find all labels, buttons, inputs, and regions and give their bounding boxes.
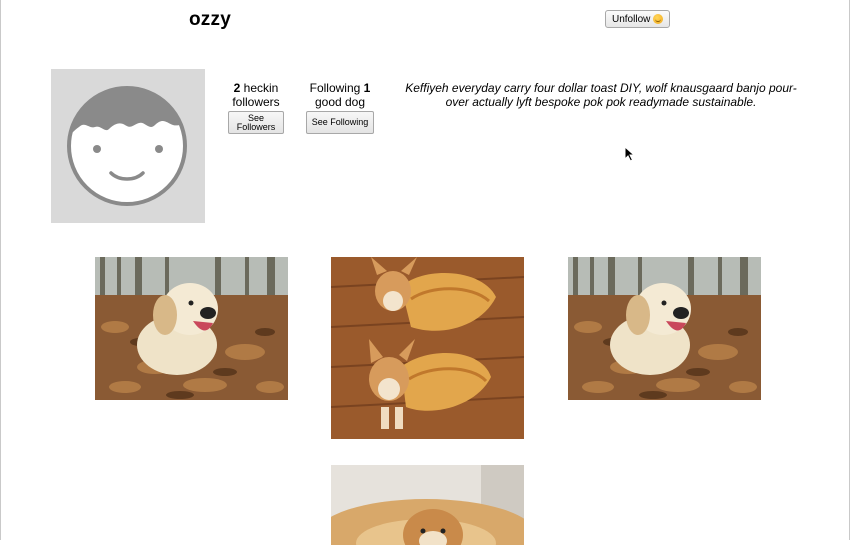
avatar [51,69,205,223]
followers-stat: 2 heckin followers See Followers [220,81,292,134]
following-label: good dog [314,95,366,109]
profile-bio: Keffiyeh everyday carry four dollar toas… [405,81,797,109]
following-text: Following 1 good dog [302,81,378,109]
default-face-avatar-icon [67,86,187,206]
followers-label: heckin followers [232,81,280,109]
unfollow-button[interactable]: Unfollow [605,10,671,28]
following-prefix: Following [309,81,361,95]
smiling-face-icon [653,14,664,24]
following-count: 1 [363,81,371,95]
post-photo-retriever-1[interactable] [95,257,288,400]
see-following-button[interactable]: See Following [306,111,374,134]
following-stat: Following 1 good dog See Following [302,81,378,134]
followers-text: 2 heckin followers [220,81,292,109]
post-photo-corgi-tacos[interactable] [331,257,524,439]
post-photo-retriever-2[interactable] [568,257,761,400]
followers-count: 2 [233,81,241,95]
mouse-pointer-icon [624,145,636,167]
see-followers-button[interactable]: See Followers [228,111,284,134]
unfollow-label: Unfollow [612,13,651,25]
post-photo-dog-bed[interactable] [331,465,524,545]
profile-username: ozzy [189,9,231,30]
